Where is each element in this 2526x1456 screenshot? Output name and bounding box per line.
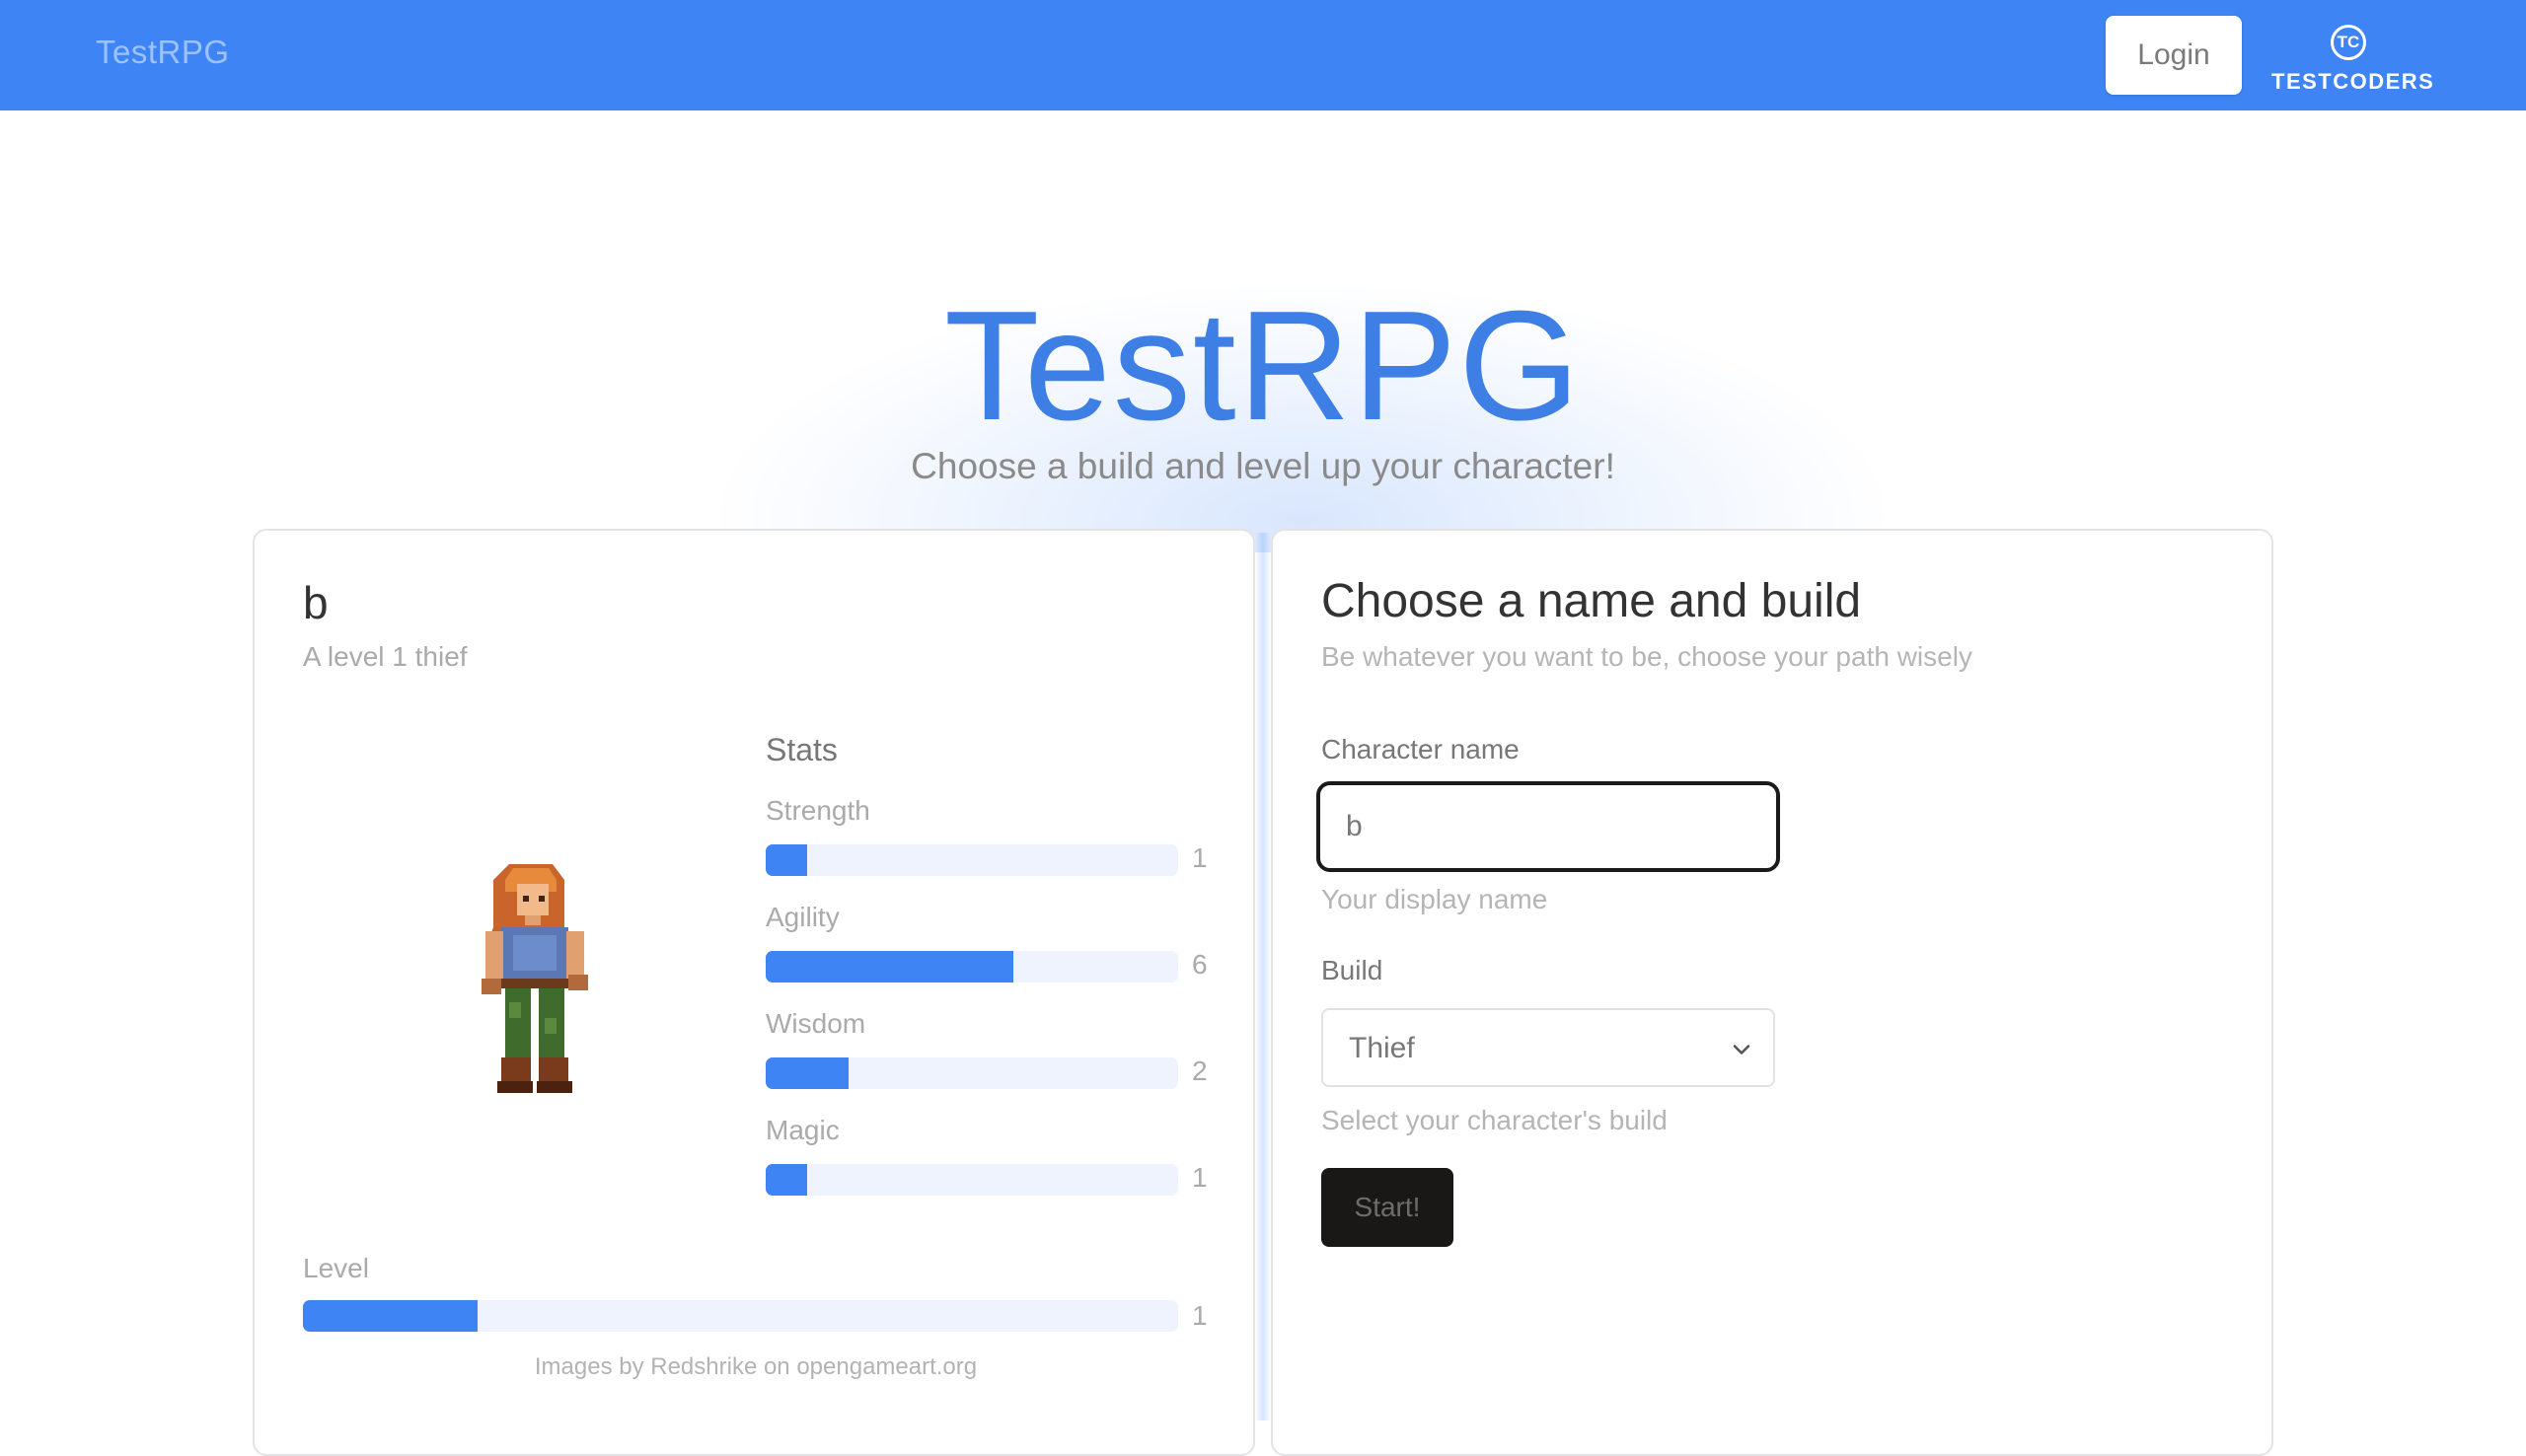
testcoders-logo[interactable]: TC TESTCODERS [2271, 20, 2433, 95]
stat-fill-wisdom [766, 1057, 849, 1089]
character-name-label: Character name [1321, 734, 1520, 764]
character-name-input[interactable] [1316, 781, 1780, 872]
stat-fill-agility [766, 951, 1013, 983]
level-fill [303, 1300, 479, 1332]
stat-value-agility: 6 [1192, 949, 1208, 980]
hero-title: TestRPG [943, 279, 1583, 453]
stat-label-magic: Magic [766, 1115, 840, 1145]
stat-bar-wisdom [766, 1057, 1178, 1089]
top-navbar: TestRPG Login TC TESTCODERS [0, 0, 2526, 110]
level-value: 1 [1192, 1300, 1208, 1331]
stat-bar-agility [766, 951, 1178, 983]
form-subtitle: Be whatever you want to be, choose your … [1321, 641, 1972, 672]
stat-label-wisdom: Wisdom [766, 1008, 866, 1039]
tc-logo-word: TESTCODERS [2271, 69, 2435, 94]
level-label: Level [303, 1253, 369, 1283]
stat-label-strength: Strength [766, 795, 870, 826]
stat-value-magic: 1 [1192, 1162, 1208, 1193]
character-card: b A level 1 thief Stats Strength 1 Agili… [253, 529, 1255, 1456]
stats-title: Stats [766, 732, 838, 767]
form-title: Choose a name and build [1321, 575, 1862, 627]
nav-brand[interactable]: TestRPG [96, 34, 230, 71]
card-separator-glow [1255, 533, 1271, 1420]
character-name: b [303, 577, 329, 628]
stat-fill-strength [766, 844, 807, 876]
build-label: Build [1321, 955, 1383, 985]
character-description: A level 1 thief [303, 641, 468, 672]
build-hint: Select your character's build [1321, 1105, 1668, 1135]
stat-bar-strength [766, 844, 1178, 876]
build-select[interactable]: Thief [1321, 1008, 1775, 1087]
stat-value-wisdom: 2 [1192, 1056, 1208, 1086]
stat-bar-magic [766, 1164, 1178, 1196]
chevron-down-icon [1733, 1045, 1750, 1055]
hero-subtitle: Choose a build and level up your charact… [911, 446, 1615, 486]
build-selected-value: Thief [1349, 1032, 1415, 1064]
stat-fill-magic [766, 1164, 807, 1196]
create-character-card: Choose a name and build Be whatever you … [1271, 529, 2273, 1456]
login-button[interactable]: Login [2106, 16, 2242, 95]
stat-value-strength: 1 [1192, 842, 1208, 873]
character-name-hint: Your display name [1321, 884, 1548, 914]
image-credit: Images by Redshrike on opengameart.org [534, 1353, 978, 1380]
level-bar [303, 1300, 1178, 1332]
tc-logo-icon: TC [2331, 25, 2366, 60]
thief-sprite-icon [482, 864, 588, 1093]
stat-label-agility: Agility [766, 902, 840, 932]
start-button[interactable]: Start! [1321, 1168, 1453, 1247]
